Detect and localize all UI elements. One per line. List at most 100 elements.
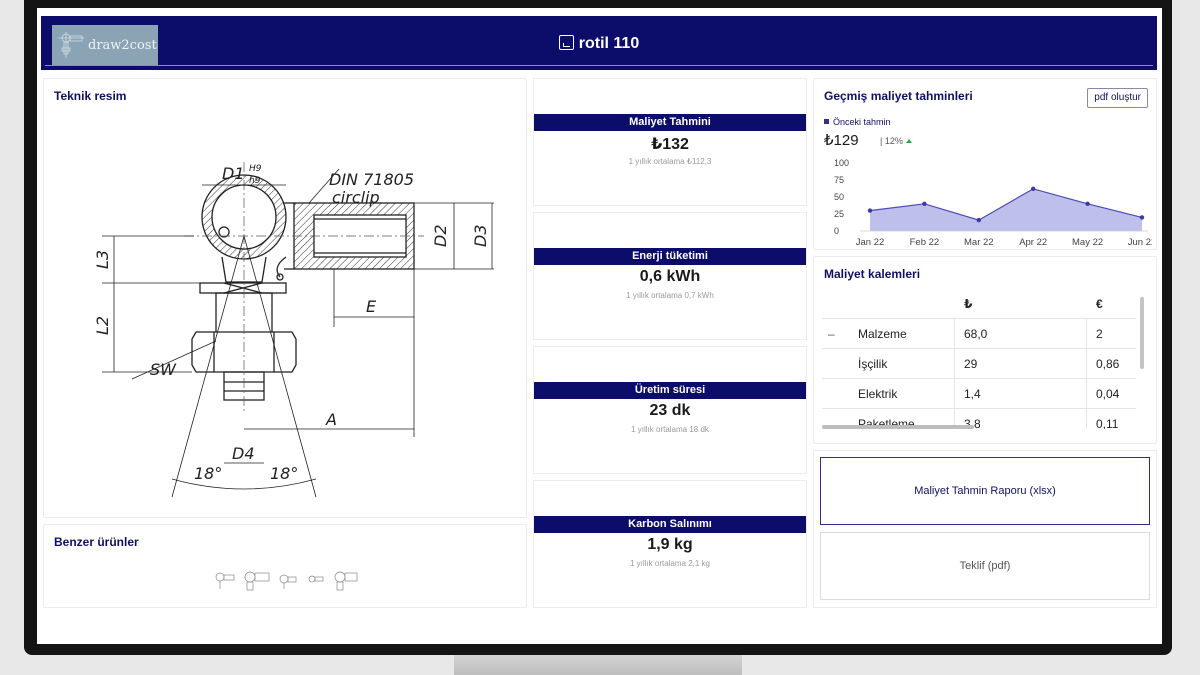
production-time-average: 1 yıllık ortalama 18 dk xyxy=(631,425,709,434)
row-try-value: 68,0 xyxy=(964,327,988,341)
cost-estimate-label: Maliyet Tahmini xyxy=(534,114,806,131)
label-din: DIN 71805 xyxy=(329,170,414,189)
data-point[interactable] xyxy=(1085,201,1090,206)
label-d1: D1 xyxy=(222,164,245,183)
similar-product-5-icon xyxy=(334,571,358,591)
legend-label: Önceki tahmin xyxy=(833,117,891,127)
create-pdf-button[interactable]: pdf oluştur xyxy=(1087,88,1148,108)
carbon-value: 1,9 kg xyxy=(647,536,693,553)
vertical-scrollbar[interactable] xyxy=(1140,297,1144,369)
y-tick-label: 25 xyxy=(834,209,844,219)
data-point[interactable] xyxy=(976,217,981,223)
previous-change: | 12% xyxy=(880,136,912,146)
table-row[interactable]: Elektrik 1,4 0,04 xyxy=(822,379,1136,409)
cost-items-panel: Maliyet kalemleri ₺ € – Malzeme 68,0 2 İ… xyxy=(813,256,1157,444)
data-point[interactable] xyxy=(1031,186,1036,192)
similar-product-4-icon xyxy=(308,575,324,583)
energy-average: 1 yıllık ortalama 0,7 kWh xyxy=(626,291,714,300)
similar-product-1-icon xyxy=(215,572,235,589)
similar-product-2-icon xyxy=(244,571,270,591)
label-h9-lower: h9 xyxy=(249,176,261,186)
label-a: A xyxy=(325,410,337,429)
table-row[interactable]: İşçilik 29 0,86 xyxy=(822,349,1136,379)
row-name: Elektrik xyxy=(858,387,898,401)
row-eur-value: 0,86 xyxy=(1096,357,1120,371)
similar-products-title: Benzer ürünler xyxy=(54,535,139,549)
x-tick-label: Jun 22 xyxy=(1128,237,1152,248)
x-tick-label: Apr 22 xyxy=(1019,237,1047,248)
similar-product-3-icon xyxy=(279,574,297,589)
page-title: rotil 110 xyxy=(41,35,1157,53)
data-point[interactable] xyxy=(922,201,927,206)
production-time-card: Üretim süresi 23 dk 1 yıllık ortalama 18… xyxy=(533,346,807,474)
horizontal-scrollbar[interactable] xyxy=(822,425,974,429)
row-try-value: 1,4 xyxy=(964,387,981,401)
row-eur-value: 0,11 xyxy=(1096,417,1119,429)
label-d3: D3 xyxy=(471,225,490,248)
previous-change-value: 12% xyxy=(884,136,903,146)
carbon-card: Karbon Salınımı 1,9 kg 1 yıllık ortalama… xyxy=(533,480,807,608)
monitor-stand xyxy=(454,655,742,675)
document-chart-icon xyxy=(558,35,574,50)
row-name: İşçilik xyxy=(858,357,888,371)
energy-card: Enerji tüketimi 0,6 kWh 1 yıllık ortalam… xyxy=(533,212,807,340)
label-d2: D2 xyxy=(431,225,450,248)
table-header: ₺ € xyxy=(822,289,1136,319)
series-area xyxy=(870,188,1142,231)
energy-label: Enerji tüketimi xyxy=(534,248,806,265)
data-point[interactable] xyxy=(867,208,873,213)
cost-estimate-average: 1 yıllık ortalama ₺112,3 xyxy=(628,157,712,166)
label-sw: SW xyxy=(150,360,177,379)
cost-items-table: ₺ € – Malzeme 68,0 2 İşçilik 29 0,86 Ele… xyxy=(822,289,1144,429)
page-title-text: rotil 110 xyxy=(578,35,640,52)
technical-drawing-title: Teknik resim xyxy=(54,89,127,103)
y-tick-label: 50 xyxy=(834,192,844,202)
cost-history-panel: Geçmiş maliyet tahminleri pdf oluştur Ön… xyxy=(813,78,1157,250)
offer-pdf-button[interactable]: Teklif (pdf) xyxy=(820,532,1150,600)
x-tick-label: Jan 22 xyxy=(856,237,885,248)
column-header-eur[interactable]: € xyxy=(1096,297,1103,311)
label-angle-right: 18° xyxy=(270,464,298,483)
label-h9-upper: H9 xyxy=(249,164,262,174)
cost-estimate-card: Maliyet Tahmini ₺132 1 yıllık ortalama ₺… xyxy=(533,78,807,206)
production-time-label: Üretim süresi xyxy=(534,382,806,399)
legend-swatch-icon xyxy=(824,119,829,124)
label-circlip: circlip xyxy=(332,188,380,207)
trend-up-icon xyxy=(905,139,912,143)
similar-products-thumbnails[interactable] xyxy=(212,567,372,591)
label-e: E xyxy=(366,297,377,316)
data-point[interactable] xyxy=(1139,215,1145,220)
energy-value: 0,6 kWh xyxy=(639,268,701,285)
technical-drawing-panel: Teknik resim D1 H9 h9 DIN 71805 circlip … xyxy=(43,78,527,518)
row-try-value: 29 xyxy=(964,357,978,371)
chart-legend[interactable]: Önceki tahmin xyxy=(824,117,891,127)
column-header-try[interactable]: ₺ xyxy=(964,297,972,311)
table-row[interactable]: – Malzeme 68,0 2 xyxy=(822,319,1136,349)
previous-price: ₺129 xyxy=(824,132,859,149)
carbon-label: Karbon Salınımı xyxy=(534,516,806,533)
carbon-average: 1 yıllık ortalama 2,1 kg xyxy=(629,559,711,568)
app-screen: draw2cost rotil 110 Teknik resim D1 H9 h… xyxy=(37,8,1162,644)
label-angle-left: 18° xyxy=(194,464,222,483)
cost-estimate-value: ₺132 xyxy=(651,136,689,153)
y-tick-label: 100 xyxy=(834,158,849,168)
app-header: draw2cost rotil 110 xyxy=(41,16,1157,70)
row-name: Malzeme xyxy=(858,327,907,341)
label-l2: L2 xyxy=(93,316,112,335)
row-eur-value: 0,04 xyxy=(1096,387,1120,401)
column-divider xyxy=(1086,319,1087,429)
technical-drawing[interactable]: D1 H9 h9 DIN 71805 circlip D2 D3 L3 L2 E… xyxy=(74,107,514,507)
y-tick-label: 0 xyxy=(834,226,839,236)
x-tick-label: Feb 22 xyxy=(910,237,940,248)
collapse-toggle-icon[interactable]: – xyxy=(828,327,838,341)
cost-report-button[interactable]: Maliyet Tahmin Raporu (xlsx) xyxy=(820,457,1150,525)
column-divider xyxy=(954,319,955,429)
y-tick-label: 75 xyxy=(834,175,844,185)
label-d4: D4 xyxy=(232,444,255,463)
label-l3: L3 xyxy=(93,250,112,269)
production-time-value: 23 dk xyxy=(649,402,691,419)
header-divider xyxy=(45,65,1153,66)
x-tick-label: Mar 22 xyxy=(964,237,994,248)
cost-history-chart[interactable]: 100 75 50 25 0 Jan 22 Feb 22 Mar 22 Apr 22 May 22… xyxy=(820,155,1152,249)
similar-products-panel: Benzer ürünler xyxy=(43,524,527,608)
